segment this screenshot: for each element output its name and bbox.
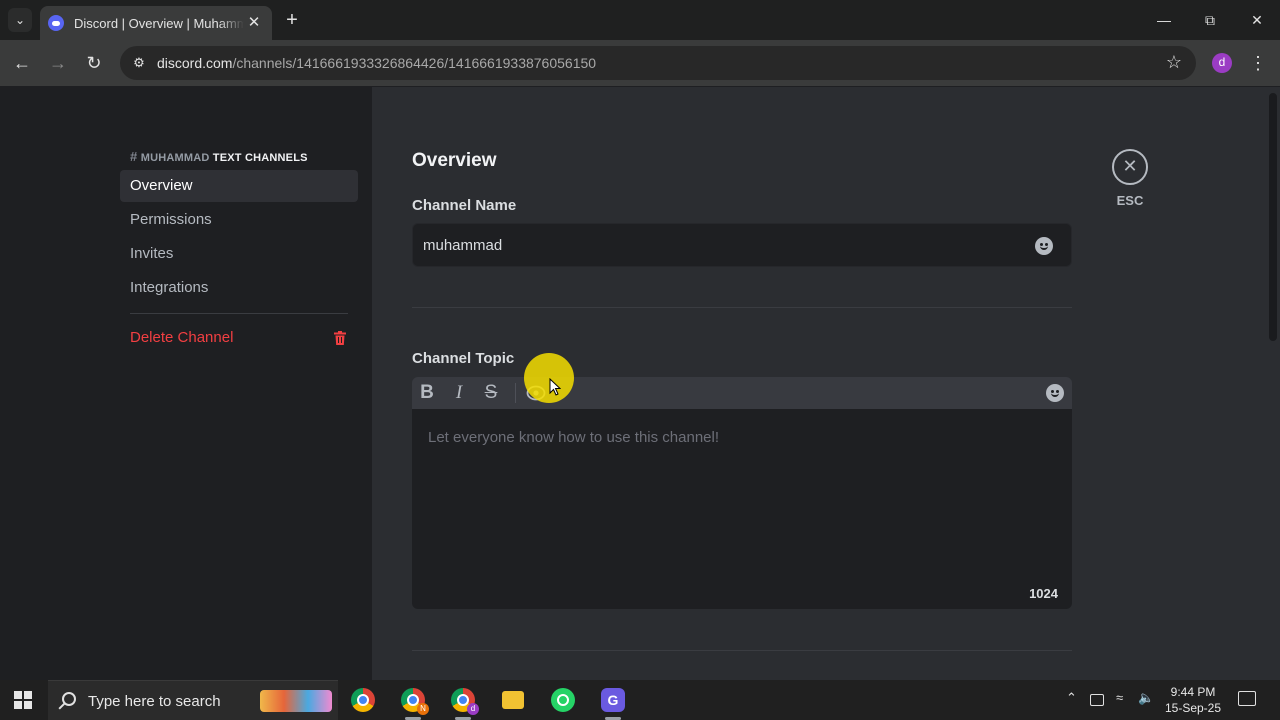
topic-format-toolbar: B I S [412,377,1072,409]
close-window-icon[interactable]: ✕ [1245,8,1269,32]
toolbar-separator [515,383,516,403]
tab-title: Discord | Overview | Muhammad [74,15,244,31]
section-divider [412,650,1072,651]
channel-topic-textarea[interactable]: Let everyone know how to use this channe… [412,409,1072,609]
notification-icon[interactable] [1238,691,1256,706]
back-arrow-icon[interactable]: ← [10,51,34,75]
sidebar-item-permissions[interactable]: Permissions [120,204,358,236]
url-host: discord.com [157,55,233,71]
sidebar-header: # MUHAMMAD TEXT CHANNELS [130,149,308,164]
chevron-down-icon: ⌄ [14,13,26,27]
delete-channel-button[interactable]: Delete Channel [120,322,358,354]
sidebar-category-name: TEXT CHANNELS [212,152,308,164]
app-g-icon[interactable]: G [601,688,625,712]
browser-menu-icon[interactable]: ⋮ [1248,51,1268,75]
page-scrollbar[interactable] [1266,87,1280,680]
site-info-icon[interactable]: ⚙ [130,54,148,72]
chrome-profile-d-icon[interactable]: d [451,688,479,715]
sidebar-channel-name: MUHAMMAD [140,152,210,164]
chrome-icon[interactable] [351,688,375,712]
tab-list-button[interactable]: ⌄ [8,8,32,32]
bold-icon[interactable]: B [416,382,438,404]
section-divider [412,307,1072,308]
discord-app: # MUHAMMAD TEXT CHANNELS Overview Permis… [0,87,1280,680]
bookmark-star-icon[interactable]: ☆ [1166,52,1182,73]
channel-name-input[interactable]: muhammad [412,223,1072,267]
url-text[interactable]: discord.com/channels/1416661933326864426… [157,55,596,71]
reload-icon[interactable]: ↻ [82,51,106,75]
browser-tab-bar: ⌄ Discord | Overview | Muhammad ✕ + — ⧉ … [0,0,1280,40]
restore-window-icon[interactable]: ⧉ [1198,8,1222,32]
battery-icon[interactable] [1090,694,1104,706]
sidebar-divider [130,313,348,314]
windows-start-icon[interactable] [14,691,32,709]
settings-content: Overview Channel Name muhammad Channel T… [372,87,1266,680]
search-highlight-image [260,690,332,712]
strikethrough-icon[interactable]: S [480,382,502,404]
discord-favicon-icon [48,15,64,31]
sidebar-item-overview[interactable]: Overview [120,170,358,202]
channel-name-value: muhammad [423,237,503,254]
profile-avatar[interactable]: d [1212,53,1232,73]
close-icon[interactable]: ✕ [1112,149,1148,185]
close-tab-icon[interactable]: ✕ [244,13,264,33]
clock-date: 15-Sep-25 [1164,701,1222,715]
browser-toolbar: ← → ↻ ⚙ discord.com/channels/14166619333… [0,40,1280,86]
browser-tab[interactable]: Discord | Overview | Muhammad ✕ [40,6,272,40]
scrollbar-thumb[interactable] [1269,93,1277,341]
topic-emoji-icon[interactable] [1046,384,1064,402]
address-bar[interactable]: ⚙ discord.com/channels/14166619333268644… [120,46,1196,80]
mouse-cursor-icon [549,378,561,396]
taskbar-clock[interactable]: 9:44 PM 15-Sep-25 [1158,684,1228,716]
taskbar-search[interactable]: Type here to search [48,680,338,720]
topic-placeholder: Let everyone know how to use this channe… [428,429,720,446]
wifi-icon[interactable]: ≈ [1116,690,1123,705]
speaker-icon[interactable]: 🔈 [1138,690,1154,706]
search-icon [62,692,76,706]
url-path: /channels/1416661933326864426/1416661933… [232,55,597,71]
forward-arrow-icon[interactable]: → [46,51,70,75]
whatsapp-icon[interactable] [551,688,575,712]
emoji-picker-icon[interactable] [1035,237,1053,255]
sidebar-item-invites[interactable]: Invites [120,238,358,270]
delete-channel-label: Delete Channel [130,329,234,346]
tray-overflow-icon[interactable]: ⌃ [1066,690,1077,706]
page-title: Overview [412,150,497,171]
taskbar-search-placeholder: Type here to search [88,693,221,710]
sidebar-item-integrations[interactable]: Integrations [120,272,358,304]
trash-icon [334,331,346,345]
windows-taskbar: Type here to search N d G ⌃ ≈ 🔈 9:44 PM … [0,680,1280,720]
new-tab-button[interactable]: + [280,8,304,32]
minimize-window-icon[interactable]: — [1152,8,1176,32]
file-explorer-icon[interactable] [502,691,524,709]
char-count: 1024 [1029,586,1058,601]
channel-topic-label: Channel Topic [412,350,515,367]
chrome-profile-n-icon[interactable]: N [401,688,429,715]
italic-icon[interactable]: I [448,382,470,404]
clock-time: 9:44 PM [1170,685,1216,699]
hash-icon: # [130,149,138,164]
settings-sidebar: # MUHAMMAD TEXT CHANNELS Overview Permis… [0,87,372,680]
esc-label: ESC [1116,193,1144,208]
channel-name-label: Channel Name [412,197,517,214]
close-settings[interactable]: ✕ ESC [1112,149,1148,208]
